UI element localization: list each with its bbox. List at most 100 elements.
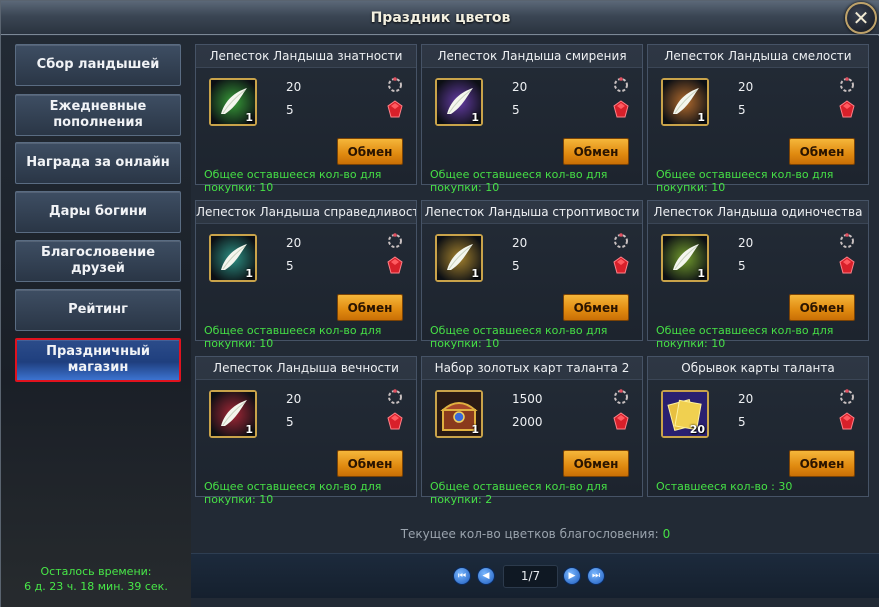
ruby-icon: [386, 412, 404, 430]
price-flowers: 20: [286, 236, 302, 250]
item-count: 1: [471, 111, 479, 124]
exchange-button[interactable]: Обмен: [789, 450, 855, 477]
exchange-button[interactable]: Обмен: [563, 138, 629, 165]
remaining-quantity: Общее оставшееся кол-во для покупки: 10: [656, 168, 834, 194]
sidebar-item-label: Дары богини: [49, 204, 147, 219]
exchange-button[interactable]: Обмен: [789, 138, 855, 165]
pagination: ⏮ ◀ 1/7 ▶ ⏭: [191, 553, 879, 598]
item-body: 1 1500 2000 Обмен Общее оставшееся кол-в…: [422, 379, 642, 506]
prev-page-button[interactable]: ◀: [477, 567, 495, 585]
timer-value: 6 д. 23 ч. 18 мин. 39 сек.: [24, 580, 168, 593]
item-slot[interactable]: 1: [661, 234, 709, 282]
sidebar-item-rating[interactable]: Рейтинг: [15, 289, 181, 331]
next-page-icon: ▶: [568, 571, 576, 581]
item-title: Лепесток Ландыша смирения: [437, 49, 627, 63]
sidebar-item-label: Рейтинг: [68, 302, 128, 317]
last-page-button[interactable]: ⏭: [587, 567, 605, 585]
item-slot[interactable]: 1: [209, 78, 257, 126]
sidebar-item-holiday-shop[interactable]: Праздничный магазин: [15, 338, 181, 382]
blessing-total-label: Текущее кол-во цветков благословения:: [400, 527, 659, 541]
exchange-button[interactable]: Обмен: [337, 450, 403, 477]
exchange-button[interactable]: Обмен: [337, 138, 403, 165]
item-title: Лепесток Ландыша справедливости: [196, 205, 416, 219]
price-flowers: 20: [512, 236, 528, 250]
item-count: 1: [471, 267, 479, 280]
item-slot[interactable]: 1: [209, 234, 257, 282]
price-rubies: 5: [286, 103, 294, 117]
remaining-quantity: Общее оставшееся кол-во для покупки: 10: [204, 324, 382, 350]
price-flowers: 20: [286, 80, 302, 94]
item-body: 1 20 5 Обмен Общее оставшееся кол-во для…: [196, 67, 416, 194]
sidebar-item-online-reward[interactable]: Награда за онлайн: [15, 142, 181, 184]
sidebar-item-label: Праздничный магазин: [46, 344, 150, 375]
exchange-button[interactable]: Обмен: [563, 294, 629, 321]
item-title: Лепесток Ландыша смелости: [664, 49, 852, 63]
price-rubies: 5: [738, 415, 746, 429]
item-body: 1 20 5 Обмен Общее оставшееся кол-во для…: [422, 223, 642, 350]
item-slot[interactable]: 20: [661, 390, 709, 438]
item-slot[interactable]: 1: [435, 234, 483, 282]
price-rubies: 5: [738, 103, 746, 117]
flower-wreath-icon: [386, 232, 404, 250]
item-title: Обрывок карты таланта: [681, 361, 835, 375]
price-rubies: 5: [738, 259, 746, 273]
prev-page-icon: ◀: [482, 571, 490, 581]
sidebar-item-label: Сбор ландышей: [36, 57, 160, 72]
ruby-icon: [838, 412, 856, 430]
shop-panel: Лепесток Ландыша знатности 1 20 5 Обмен …: [191, 36, 879, 607]
item-title: Лепесток Ландыша строптивости: [424, 205, 640, 219]
timer-label: Осталось времени:: [40, 565, 152, 578]
sidebar-item-friend-blessing[interactable]: Благословение друзей: [15, 240, 181, 282]
item-title: Набор золотых карт таланта 2: [434, 361, 630, 375]
price-flowers: 20: [286, 392, 302, 406]
item-title: Лепесток Ландыша знатности: [209, 49, 403, 63]
item-body: 1 20 5 Обмен Общее оставшееся кол-во для…: [196, 223, 416, 350]
item-count: 1: [697, 111, 705, 124]
blessing-total-value: 0: [662, 527, 671, 541]
ruby-icon: [612, 256, 630, 274]
price-rubies: 5: [286, 415, 294, 429]
first-page-button[interactable]: ⏮: [453, 567, 471, 585]
item-count: 1: [245, 111, 253, 124]
item-body: 1 20 5 Обмен Общее оставшееся кол-во для…: [196, 379, 416, 506]
sidebar: Сбор ландышей Ежедневные пополнения Нагр…: [1, 36, 191, 607]
first-page-icon: ⏮: [457, 571, 467, 581]
sidebar-item-daily-refill[interactable]: Ежедневные пополнения: [15, 94, 181, 136]
flower-wreath-icon: [838, 388, 856, 406]
title-bar: Праздник цветов ✕: [1, 1, 879, 35]
price-flowers: 20: [512, 80, 528, 94]
sidebar-item-label: Награда за онлайн: [26, 155, 170, 170]
shop-item-card: Лепесток Ландыша справедливости 1 20 5 О…: [195, 200, 417, 350]
ruby-icon: [838, 100, 856, 118]
ruby-icon: [386, 256, 404, 274]
price-rubies: 5: [512, 259, 520, 273]
item-count: 1: [471, 423, 479, 436]
ruby-icon: [386, 100, 404, 118]
price-flowers: 20: [738, 392, 754, 406]
remaining-quantity: Общее оставшееся кол-во для покупки: 10: [430, 324, 608, 350]
item-slot[interactable]: 1: [661, 78, 709, 126]
remaining-quantity: Общее оставшееся кол-во для покупки: 2: [430, 480, 608, 506]
item-slot[interactable]: 1: [435, 78, 483, 126]
item-title: Лепесток Ландыша одиночества: [653, 205, 863, 219]
shop-item-card: Лепесток Ландыша смирения 1 20 5 Обмен О…: [421, 44, 643, 194]
exchange-button[interactable]: Обмен: [563, 450, 629, 477]
price-flowers: 20: [738, 80, 754, 94]
item-title: Лепесток Ландыша вечности: [213, 361, 399, 375]
item-body: 1 20 5 Обмен Общее оставшееся кол-во для…: [648, 223, 868, 350]
item-body: 20 20 5 Обмен Оставшееся кол-во : 30: [648, 379, 868, 496]
shop-item-card: Лепесток Ландыша строптивости 1 20 5 Обм…: [421, 200, 643, 350]
next-page-button[interactable]: ▶: [563, 567, 581, 585]
exchange-button[interactable]: Обмен: [789, 294, 855, 321]
ruby-icon: [838, 256, 856, 274]
blessing-total: Текущее кол-во цветков благословения: 0: [191, 527, 879, 541]
item-slot[interactable]: 1: [209, 390, 257, 438]
exchange-button[interactable]: Обмен: [337, 294, 403, 321]
flower-wreath-icon: [612, 388, 630, 406]
item-slot[interactable]: 1: [435, 390, 483, 438]
close-button[interactable]: ✕: [845, 2, 877, 34]
flower-wreath-icon: [386, 388, 404, 406]
flower-wreath-icon: [386, 76, 404, 94]
sidebar-item-lily-collection[interactable]: Сбор ландышей: [15, 44, 181, 86]
sidebar-item-goddess-gifts[interactable]: Дары богини: [15, 191, 181, 233]
